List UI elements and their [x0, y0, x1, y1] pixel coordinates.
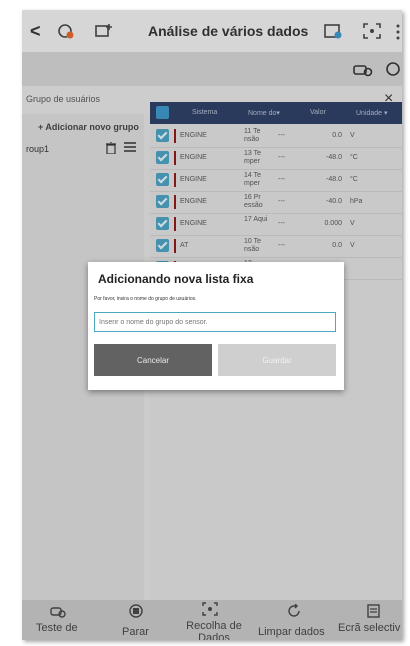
dialog-message: Por favor, insira o nome do grupo de usu… [94, 296, 197, 302]
save-button[interactable]: Guardar [218, 344, 336, 376]
cancel-button[interactable]: Cancelar [94, 344, 212, 376]
group-name-input[interactable] [94, 312, 336, 332]
dialog-title: Adicionando nova lista fixa [98, 272, 254, 286]
add-fixed-list-dialog: Adicionando nova lista fixa Por favor, i… [88, 262, 344, 390]
